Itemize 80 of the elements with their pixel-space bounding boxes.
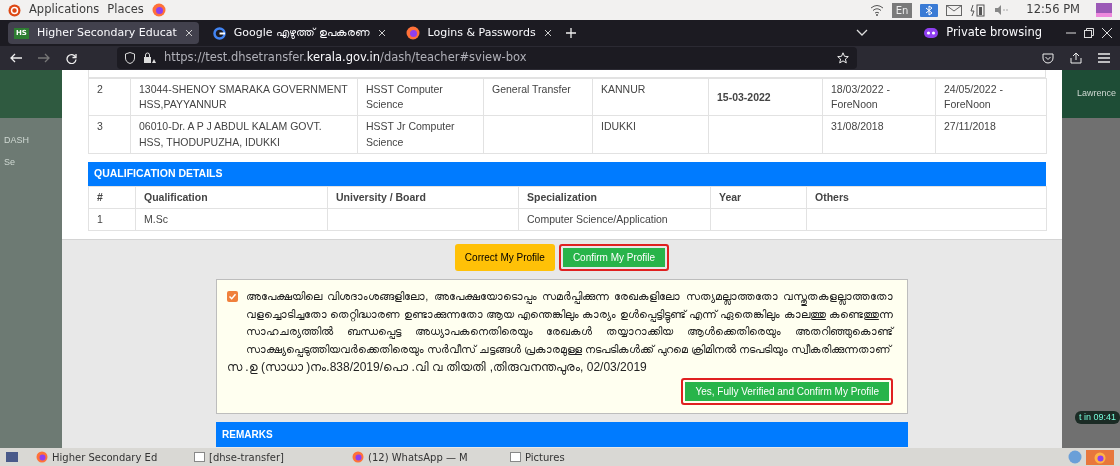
clock[interactable]: 12:56 PM: [1026, 1, 1080, 19]
mail-icon[interactable]: [946, 4, 963, 16]
menu-item[interactable]: Places: [107, 1, 144, 19]
declaration-text: അപേക്ഷയിലെ വിശദാംശങ്ങളിലോ, അപേക്ഷയോടൊപ്പം സമർപ്പിക്കുന്ന രേഖകളിലോ സത്യമല്ലാത്തതോ വസ്തുതകളല്ലാത്തതോ വളച്ചൊടിച്ചതോ തെറ്റിദ്ധാരണ ഉണ്ടാക്കുന്നതോ ആയ എന്തെങ്കിലും കാര്യം ഉൾപ്പെട്ടിട്ടുണ്ട് എന്ന് ഏതെങ്കിലും കാലത്തു കണ്ടെത്തുന്ന സാഹചര്യത്തിൽ ബന്ധപ്പെട്ട അധ്യാപകനെതിരെയും രേഖകൾ തയ്യാറാക്കിയ ആൾക്കെതിരെയും അതറിഞ്ഞുകൊണ്ട് സാക്ഷ്യപ്പെടുത്തിയവർക്കെതിരെയും സർവീസ് ചട്ടങ്ങൾ പ്രകാരമുള്ള നടപടികൾക്ക് പുറമെ ക്രിമിനൽ നടപടിയും സ്വീകരിക്കുന്നതാണ്: [246, 289, 893, 359]
volume-icon[interactable]: [994, 4, 1011, 16]
table-cell: 13044-SHENOY SMARAKA GOVERNMENT HSS,PAYYANNUR: [130, 78, 358, 116]
table-cell: 24/05/2022 - ForeNoon: [935, 78, 1047, 116]
private-mask-icon: [924, 28, 939, 38]
table-cell: IDUKKI: [592, 115, 709, 154]
input-method-indicator[interactable]: En: [891, 2, 913, 18]
chevron-down-icon[interactable]: [856, 29, 869, 37]
wifi-icon[interactable]: [869, 4, 884, 16]
background-text: Se: [4, 155, 16, 169]
status-pill: t in 09:41: [1074, 410, 1120, 424]
column-header: Qualification: [135, 186, 328, 209]
table-cell: General Transfer: [483, 78, 593, 116]
share-icon[interactable]: [1070, 52, 1082, 64]
table-cell: 3: [88, 115, 131, 154]
browser-tab[interactable]: Google എഴുത്ത് ഉപകരണ: [206, 22, 392, 44]
section-header: QUALIFICATION DETAILS: [88, 161, 1046, 186]
table-cell: HSST Computer Science: [357, 78, 484, 116]
private-browsing-label: Private browsing: [946, 24, 1042, 42]
table-cell: 18/03/2022 - ForeNoon: [822, 78, 936, 116]
checkbox[interactable]: [227, 291, 238, 303]
menu-item[interactable]: Applications: [29, 1, 100, 19]
table-cell: 2: [88, 78, 131, 116]
window-icon: [510, 452, 521, 462]
background-text: Lawrence: [1076, 87, 1116, 101]
table-cell: KANNUR: [592, 78, 709, 116]
url-text: https://test.dhsetransfer.kerala.gov.in/dash/teacher#sview-box: [164, 49, 528, 67]
tab-title: Logins & Passwords: [427, 24, 536, 41]
close-icon[interactable]: [377, 29, 386, 37]
close-icon[interactable]: [184, 29, 193, 37]
ubuntu-logo-icon[interactable]: [8, 3, 21, 17]
close-icon[interactable]: [543, 29, 552, 37]
firefox-icon[interactable]: [151, 3, 166, 17]
column-header: #: [88, 186, 136, 209]
table-cell: Computer Science/Application: [518, 208, 711, 231]
taskbar-item[interactable]: (12) WhatsApp — M: [342, 449, 492, 465]
address-bar[interactable]: https://test.dhsetransfer.kerala.gov.in/dash/teacher#sview-box: [117, 47, 857, 69]
firefox-icon: [36, 451, 48, 463]
profile-button[interactable]: Correct My Profile: [454, 244, 555, 272]
battery-icon[interactable]: [970, 3, 987, 17]
table-cell: M.Sc: [135, 208, 328, 231]
forward-arrow-icon[interactable]: [38, 53, 50, 63]
firefox-icon[interactable]: [1094, 451, 1106, 464]
table-cell: HSST Jr Computer Science: [357, 115, 484, 154]
reference-text: സ .ഉ (സാധാ )നം.838/2019/പൊ .വി വ തിയതി ,തിരുവനന്തപുരം, 02/03/2019: [227, 359, 648, 377]
taskbar-item[interactable]: Pictures: [500, 449, 650, 465]
table-cell: 27/11/2018: [935, 115, 1047, 154]
taskbar-item[interactable]: [dhse-transfer]: [184, 449, 334, 465]
table-cell: 06010-Dr. A P J ABDUL KALAM GOVT. HSS, THODUPUZHA, IDUKKI: [130, 115, 358, 154]
back-arrow-icon[interactable]: [10, 53, 22, 63]
column-header: University / Board: [327, 186, 519, 209]
column-header: Others: [806, 186, 1047, 209]
firefox-icon: [352, 451, 364, 463]
star-icon[interactable]: [837, 52, 849, 64]
window-icon: [194, 452, 205, 462]
column-header: Specialization: [518, 186, 711, 209]
section-header: REMARKS: [216, 422, 908, 448]
table-cell: 1: [88, 208, 136, 231]
column-header: Year: [710, 186, 807, 209]
background-text: DASH: [4, 134, 30, 147]
firefox-icon: [405, 26, 420, 40]
menu-icon[interactable]: [1098, 53, 1110, 63]
bluetooth-icon[interactable]: [920, 3, 939, 17]
lock-warning-icon: [143, 52, 156, 64]
tab-title: Higher Secondary Educat: [36, 24, 177, 41]
browser-tab[interactable]: Logins & Passwords: [399, 22, 558, 44]
shield-icon: [125, 52, 135, 64]
table-cell: 31/08/2018: [822, 115, 936, 154]
pocket-icon[interactable]: [1042, 52, 1054, 64]
new-tab-icon[interactable]: [565, 28, 576, 38]
reload-icon[interactable]: [66, 52, 77, 64]
tab-title: Google എഴുത്ത് ഉപകരണ: [233, 24, 370, 41]
close-icon[interactable]: [1102, 28, 1112, 38]
taskbar-item[interactable]: Higher Secondary Ed: [26, 449, 176, 465]
restore-icon[interactable]: [1084, 28, 1094, 38]
table-cell: 15-03-2022: [708, 78, 823, 116]
google-icon: [212, 26, 226, 40]
